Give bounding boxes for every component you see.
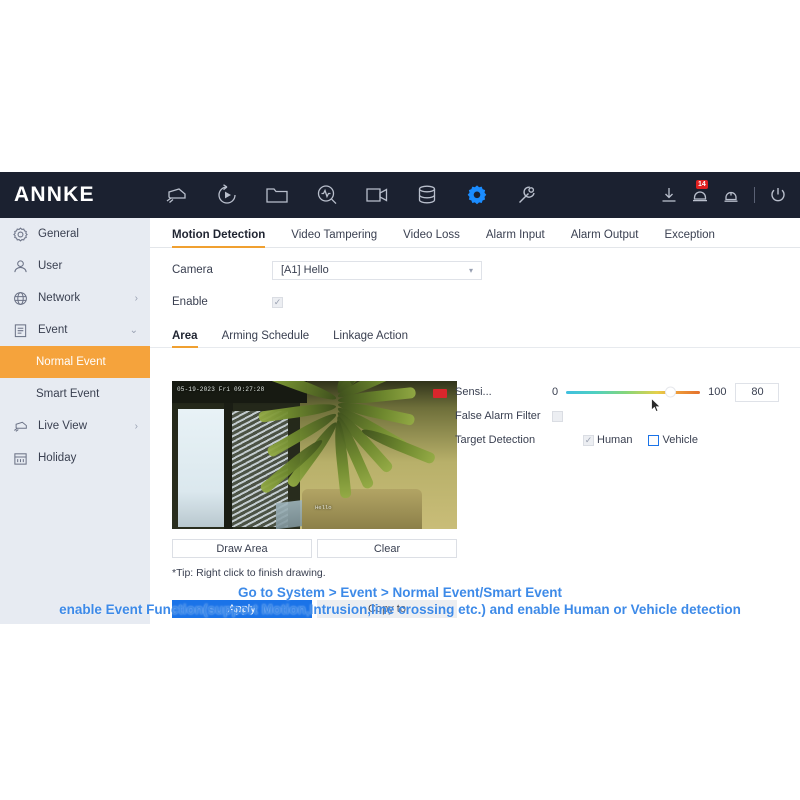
content-area: Motion Detection Video Tampering Video L… xyxy=(150,218,800,624)
brand-logo: ANNKE xyxy=(14,183,95,206)
user-icon xyxy=(12,258,29,275)
human-label: Human xyxy=(597,434,633,446)
storage-icon[interactable] xyxy=(414,182,440,208)
power-icon[interactable] xyxy=(768,185,788,205)
tab-area[interactable]: Area xyxy=(172,330,198,348)
sensitivity-max-label: 100 xyxy=(708,386,727,398)
playback-icon[interactable] xyxy=(214,182,240,208)
caption-line-2: enable Event Function(support Motion,Int… xyxy=(59,602,741,617)
caption-line-1: Go to System > Event > Normal Event/Smar… xyxy=(237,585,563,600)
alarm-badge-count: 14 xyxy=(696,180,708,189)
video-preview[interactable]: 05-19-2023 Fri 09:27:28 Hello xyxy=(172,381,457,529)
draw-button-row: Draw Area Clear xyxy=(172,539,457,558)
chevron-down-icon: ⌄ xyxy=(129,324,138,336)
enable-label: Enable xyxy=(172,296,208,308)
target-human-option[interactable]: Human xyxy=(583,434,632,446)
tab-alarm-input[interactable]: Alarm Input xyxy=(486,229,545,247)
camera-icon[interactable] xyxy=(164,182,190,208)
gear-icon[interactable] xyxy=(464,182,490,208)
sidebar-item-holiday[interactable]: Holiday xyxy=(0,442,150,474)
sensitivity-min-label: 0 xyxy=(552,386,559,398)
target-detection-row: Target Detection Human Vehicle xyxy=(455,429,795,451)
sensitivity-value-input[interactable]: 80 xyxy=(735,382,780,402)
tab-motion-detection[interactable]: Motion Detection xyxy=(172,229,266,248)
sidebar-item-label: User xyxy=(38,260,63,272)
navbar-right-group: 14 xyxy=(659,180,800,205)
download-icon[interactable] xyxy=(659,185,679,205)
video-timestamp: 05-19-2023 Fri 09:27:28 xyxy=(177,386,265,393)
false-alarm-filter-row: False Alarm Filter xyxy=(455,405,795,427)
sidebar-item-label: Event xyxy=(38,324,68,336)
sidebar-item-label: Network xyxy=(38,292,81,304)
camera-row: Camera [A1] Hello ▾ xyxy=(150,260,800,280)
tab-exception[interactable]: Exception xyxy=(664,229,715,247)
tab-video-loss[interactable]: Video Loss xyxy=(403,229,460,247)
sidebar-item-label: Normal Event xyxy=(36,356,106,368)
file-folder-icon[interactable] xyxy=(264,182,290,208)
target-detection-label: Target Detection xyxy=(455,434,536,446)
sidebar-item-label: Live View xyxy=(38,420,88,432)
sidebar-item-label: General xyxy=(38,228,79,240)
vehicle-checkbox[interactable] xyxy=(648,434,660,446)
tab-linkage-action[interactable]: Linkage Action xyxy=(333,330,408,347)
gear-icon xyxy=(12,226,29,243)
clear-button[interactable]: Clear xyxy=(317,539,457,558)
sidebar-item-smart-event[interactable]: Smart Event xyxy=(0,378,150,410)
tab-bar: Motion Detection Video Tampering Video L… xyxy=(150,218,800,248)
enable-row: Enable xyxy=(150,292,800,312)
sub-tab-bar: Area Arming Schedule Linkage Action xyxy=(150,324,800,348)
sidebar-item-label: Holiday xyxy=(38,452,77,464)
enable-checkbox[interactable] xyxy=(272,296,283,308)
target-vehicle-option[interactable]: Vehicle xyxy=(648,434,698,446)
tab-alarm-output[interactable]: Alarm Output xyxy=(571,229,639,247)
clipboard-icon xyxy=(12,322,29,339)
sensitivity-row: Sensi... 0 100 80 xyxy=(455,381,795,403)
navbar-divider xyxy=(754,187,755,203)
tab-arming-schedule[interactable]: Arming Schedule xyxy=(222,330,310,347)
video-plant xyxy=(257,381,457,515)
navbar-icon-group xyxy=(150,182,659,208)
detection-settings: Sensi... 0 100 80 False Alarm Filter Tar… xyxy=(455,381,795,453)
video-overlay-text: Hello xyxy=(315,504,332,511)
globe-icon xyxy=(12,290,29,307)
sidebar-item-user[interactable]: User xyxy=(0,250,150,282)
nvr-web-app: ANNKE 14 General User Network › Event ⌄ … xyxy=(0,172,800,624)
wrench-icon[interactable] xyxy=(514,182,540,208)
human-checkbox[interactable] xyxy=(583,434,594,446)
smart-search-icon[interactable] xyxy=(314,182,340,208)
chevron-right-icon: › xyxy=(134,420,138,432)
sensitivity-label: Sensi... xyxy=(455,386,492,398)
camera-select-value: [A1] Hello xyxy=(281,264,329,276)
tab-video-tampering[interactable]: Video Tampering xyxy=(291,229,377,247)
sensitivity-slider[interactable] xyxy=(566,387,701,397)
alarm-bell-icon[interactable]: 14 xyxy=(690,180,710,205)
sensitivity-slider-handle[interactable] xyxy=(666,387,676,397)
sidebar-item-event[interactable]: Event ⌄ xyxy=(0,314,150,346)
draw-area-button[interactable]: Draw Area xyxy=(172,539,312,558)
vehicle-label: Vehicle xyxy=(662,434,698,446)
false-alarm-filter-label: False Alarm Filter xyxy=(455,410,541,422)
recording-indicator xyxy=(433,389,447,398)
chevron-right-icon: › xyxy=(134,292,138,304)
camera-icon xyxy=(12,418,29,435)
false-alarm-filter-checkbox[interactable] xyxy=(552,410,563,422)
calendar-icon xyxy=(12,450,29,467)
siren-icon[interactable] xyxy=(721,185,741,205)
area-panel: 05-19-2023 Fri 09:27:28 Hello Draw Area … xyxy=(172,381,457,618)
sidebar-item-general[interactable]: General xyxy=(0,218,150,250)
screenshot-canvas: ANNKE 14 General User Network › Event ⌄ … xyxy=(0,0,800,800)
chevron-down-icon: ▾ xyxy=(468,265,473,275)
sidebar-item-label: Smart Event xyxy=(36,388,100,400)
sidebar-item-live-view[interactable]: Live View › xyxy=(0,410,150,442)
video-channel-icon[interactable] xyxy=(364,182,390,208)
top-navbar: ANNKE 14 xyxy=(0,172,800,218)
camera-label: Camera xyxy=(172,264,213,276)
drawing-tip: *Tip: Right click to finish drawing. xyxy=(172,567,326,579)
camera-select[interactable]: [A1] Hello ▾ xyxy=(272,260,482,280)
sidebar-item-normal-event[interactable]: Normal Event xyxy=(0,346,150,378)
caption-overlay: Go to System > Event > Normal Event/Smar… xyxy=(0,584,800,618)
sidebar-item-network[interactable]: Network › xyxy=(0,282,150,314)
left-sidebar: General User Network › Event ⌄ Normal Ev… xyxy=(0,218,150,624)
video-window-pane xyxy=(178,409,224,527)
